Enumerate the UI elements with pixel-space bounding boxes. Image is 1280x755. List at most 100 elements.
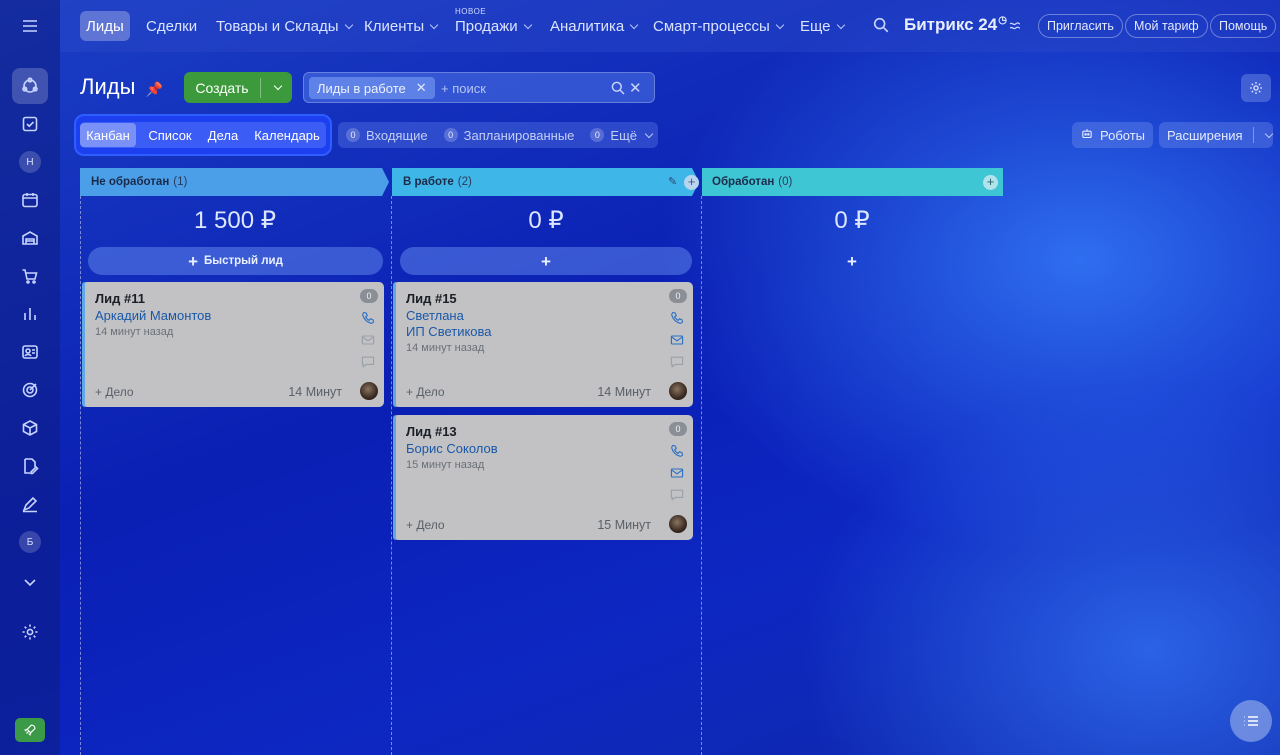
extensions-separator bbox=[1252, 127, 1254, 143]
robots-button[interactable]: Роботы bbox=[1072, 122, 1154, 148]
search-icon[interactable] bbox=[610, 80, 626, 101]
rocket-icon[interactable] bbox=[15, 718, 45, 742]
box-icon[interactable] bbox=[12, 410, 48, 446]
left-sidebar: Н Б bbox=[0, 0, 60, 755]
card-title[interactable]: Лид #11 bbox=[95, 291, 145, 306]
phone-icon[interactable] bbox=[669, 443, 685, 459]
card-company-name[interactable]: ИП Светикова bbox=[406, 324, 492, 339]
column-divider bbox=[80, 196, 81, 755]
nav-analytics[interactable]: Аналитика bbox=[544, 11, 643, 41]
column-header-processed[interactable]: Обработан (0) bbox=[701, 168, 1001, 196]
cart-icon[interactable] bbox=[12, 258, 48, 294]
add-lead-button[interactable]: + bbox=[710, 247, 994, 275]
phone-icon[interactable] bbox=[360, 310, 376, 326]
create-dropdown[interactable] bbox=[261, 81, 292, 91]
counter-incoming[interactable]: 0 Входящие bbox=[338, 128, 436, 143]
card-contact-name[interactable]: Аркадий Мамонтов bbox=[95, 308, 211, 323]
activity-counters: 0 Входящие 0 Запланированные 0 Ещё bbox=[338, 122, 658, 148]
menu-icon[interactable] bbox=[12, 8, 48, 44]
lead-card[interactable]: Лид #11 Аркадий Мамонтов 14 минут назад … bbox=[82, 282, 384, 407]
column-header-in-progress[interactable]: В работе (2) bbox=[392, 168, 692, 196]
invite-label: Пригласить bbox=[1047, 19, 1114, 33]
counter-more[interactable]: 0 Ещё bbox=[582, 128, 660, 143]
page-title: Лиды 📌 bbox=[80, 74, 163, 100]
pin-icon[interactable]: 📌 bbox=[146, 81, 163, 97]
calendar-icon[interactable] bbox=[12, 182, 48, 218]
card-duration: 14 Минут bbox=[288, 385, 342, 399]
nav-goods[interactable]: Товары и Склады bbox=[210, 11, 358, 41]
counter-planned[interactable]: 0 Запланированные bbox=[436, 128, 583, 143]
edit-pencil-icon[interactable]: ✎ bbox=[668, 175, 677, 188]
column-name: Обработан bbox=[712, 176, 775, 188]
avatar-b-label: Б bbox=[19, 531, 41, 553]
extensions-button[interactable]: Расширения bbox=[1159, 122, 1273, 148]
search-input[interactable]: + поиск bbox=[441, 81, 486, 96]
chat-icon[interactable] bbox=[669, 487, 685, 503]
quick-lead-label: Быстрый лид bbox=[204, 255, 283, 267]
search-icon[interactable] bbox=[872, 16, 890, 39]
clear-icon[interactable]: ✕ bbox=[629, 79, 642, 97]
tab-calendar[interactable]: Календарь bbox=[250, 123, 324, 147]
chat-icon[interactable] bbox=[360, 354, 376, 370]
add-activity-button[interactable]: + Дело bbox=[95, 385, 134, 399]
analytics-icon[interactable] bbox=[12, 296, 48, 332]
tab-list[interactable]: Список bbox=[142, 123, 198, 147]
tariff-button[interactable]: Мой тариф bbox=[1125, 14, 1208, 38]
help-button[interactable]: Помощь bbox=[1210, 14, 1277, 38]
phone-icon[interactable] bbox=[669, 310, 685, 326]
avatar-b[interactable]: Б bbox=[12, 524, 48, 560]
card-contact-name[interactable]: Борис Соколов bbox=[406, 441, 498, 456]
tab-activities[interactable]: Дела bbox=[202, 123, 244, 147]
card-title[interactable]: Лид #15 bbox=[406, 291, 457, 306]
quick-lead-button[interactable]: + Быстрый лид bbox=[88, 247, 383, 275]
nav-sales[interactable]: Продажи bbox=[449, 11, 537, 41]
responsible-avatar[interactable] bbox=[669, 382, 687, 400]
tasks-icon[interactable] bbox=[12, 106, 48, 142]
nav-more[interactable]: Еще bbox=[794, 11, 850, 41]
crm-icon[interactable] bbox=[12, 68, 48, 104]
settings-gear-icon[interactable] bbox=[1241, 74, 1271, 102]
sign-icon[interactable] bbox=[12, 486, 48, 522]
filter-search[interactable]: Лиды в работе ✕ + поиск ✕ bbox=[303, 72, 655, 103]
nav-deals[interactable]: Сделки bbox=[140, 11, 203, 41]
add-activity-button[interactable]: + Дело bbox=[406, 518, 445, 532]
mail-icon[interactable] bbox=[669, 332, 685, 348]
warehouse-icon[interactable] bbox=[12, 220, 48, 256]
card-contact-name[interactable]: Светлана bbox=[406, 308, 464, 323]
add-column-icon[interactable]: + bbox=[983, 175, 998, 190]
nav-clients[interactable]: Клиенты bbox=[358, 11, 443, 41]
add-lead-button[interactable]: + bbox=[400, 247, 692, 275]
close-icon[interactable]: ✕ bbox=[416, 80, 427, 96]
filter-tag[interactable]: Лиды в работе ✕ bbox=[309, 77, 435, 99]
document-edit-icon[interactable] bbox=[12, 448, 48, 484]
settings-gear-icon[interactable] bbox=[12, 614, 48, 650]
lead-card[interactable]: Лид #15 Светлана ИП Светикова 14 минут н… bbox=[393, 282, 693, 407]
tune-icon[interactable] bbox=[1008, 19, 1022, 38]
contacts-icon[interactable] bbox=[12, 334, 48, 370]
tab-kanban[interactable]: Канбан bbox=[80, 123, 136, 147]
responsible-avatar[interactable] bbox=[360, 382, 378, 400]
card-created-time: 15 минут назад bbox=[406, 459, 485, 471]
avatar-n[interactable]: Н bbox=[12, 144, 48, 180]
invite-button[interactable]: Пригласить bbox=[1038, 14, 1123, 38]
chat-icon[interactable] bbox=[669, 354, 685, 370]
lead-card[interactable]: Лид #13 Борис Соколов 15 минут назад 0 +… bbox=[393, 415, 693, 540]
chevron-down-icon[interactable] bbox=[1264, 129, 1273, 138]
responsible-avatar[interactable] bbox=[669, 515, 687, 533]
list-menu-button[interactable] bbox=[1230, 700, 1272, 742]
chevron-down-icon[interactable] bbox=[12, 564, 48, 600]
mail-icon[interactable] bbox=[669, 465, 685, 481]
mail-icon[interactable] bbox=[360, 332, 376, 348]
chevron-down-icon bbox=[630, 20, 639, 29]
add-activity-button[interactable]: + Дело bbox=[406, 385, 445, 399]
counter-incoming-label: Входящие bbox=[366, 127, 428, 143]
target-icon[interactable] bbox=[12, 372, 48, 408]
card-title[interactable]: Лид #13 bbox=[406, 424, 457, 439]
add-column-icon[interactable]: + bbox=[684, 175, 699, 190]
nav-smart-processes[interactable]: Смарт-процессы bbox=[647, 11, 789, 41]
counter-incoming-count: 0 bbox=[346, 128, 360, 142]
column-header-not-processed[interactable]: Не обработан (1) bbox=[80, 168, 380, 196]
nav-leads[interactable]: Лиды bbox=[80, 11, 130, 41]
create-button[interactable]: Создать bbox=[184, 72, 292, 103]
card-edge bbox=[393, 282, 396, 407]
